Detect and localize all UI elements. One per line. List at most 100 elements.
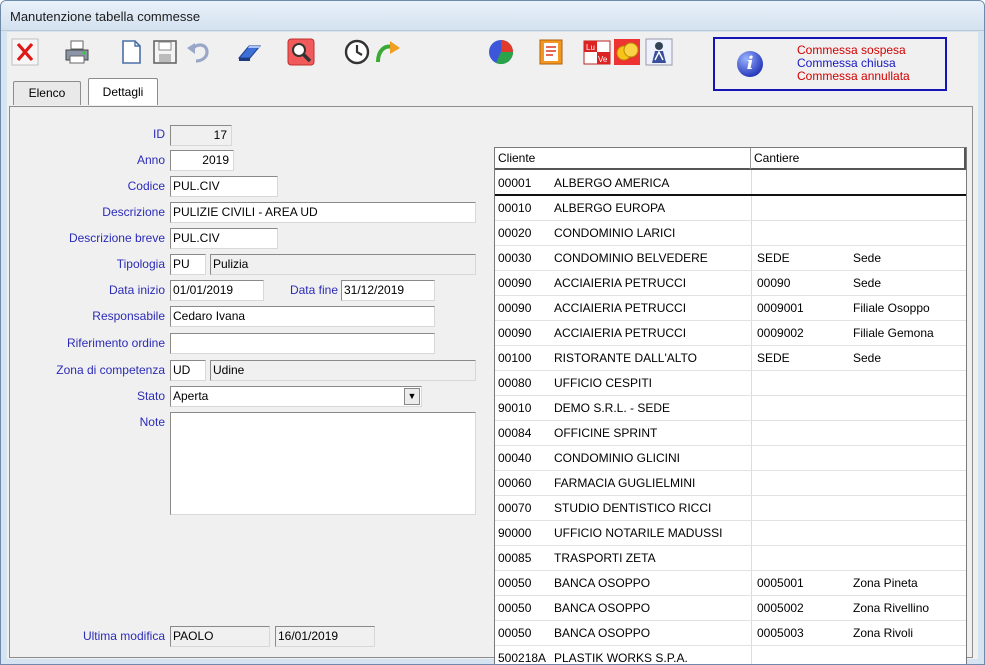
table-row[interactable]: 00050 BANCA OSOPPO 0005003 Zona Rivoli <box>495 621 966 646</box>
tab-dettagli[interactable]: Dettagli <box>88 78 158 105</box>
table-row[interactable]: 00090 ACCIAIERIA PETRUCCI 00090 Sede <box>495 271 966 296</box>
table-row[interactable]: 90000 UFFICIO NOTARILE MADUSSI <box>495 521 966 546</box>
undo-icon[interactable] <box>185 38 213 66</box>
print-icon[interactable] <box>63 38 91 66</box>
cell-cliente-codice: 00010 <box>498 201 532 215</box>
table-row[interactable]: 00050 BANCA OSOPPO 0005002 Zona Rivellino <box>495 596 966 621</box>
table-row[interactable]: 00100 RISTORANTE DALL'ALTO SEDE Sede <box>495 346 966 371</box>
table-row[interactable]: 00040 CONDOMINIO GLICINI <box>495 446 966 471</box>
table-row[interactable]: 00084 OFFICINE SPRINT <box>495 421 966 446</box>
client-area: Lu Ve i Commessa sospesa Commessa chiusa … <box>7 32 978 664</box>
table-row[interactable]: 500218A PLASTIK WORKS S.P.A. <box>495 646 966 665</box>
note-field[interactable] <box>170 412 476 515</box>
cell-cantiere-descrizione <box>853 196 965 220</box>
header-cliente[interactable]: Cliente <box>495 148 751 169</box>
note-label: Note <box>139 415 165 429</box>
data-inizio-field[interactable]: 01/01/2019 <box>170 280 264 301</box>
clienti-grid[interactable]: Cliente Cantiere 00001 ALBERGO AMERICA 000… <box>494 147 967 665</box>
window-title: Manutenzione tabella commesse <box>10 9 201 24</box>
table-row[interactable]: 00085 TRASPORTI ZETA <box>495 546 966 571</box>
report-icon[interactable] <box>537 38 565 66</box>
delete-icon[interactable] <box>11 38 39 66</box>
cell-cliente-nome: ACCIAIERIA PETRUCCI <box>554 326 687 340</box>
cell-cantiere-codice <box>757 546 847 570</box>
grid-header: Cliente Cantiere <box>495 148 966 170</box>
cell-cantiere-descrizione: Zona Rivellino <box>853 601 930 615</box>
header-cantiere[interactable]: Cantiere <box>751 148 966 169</box>
descrizione-breve-field[interactable]: PUL.CIV <box>170 228 278 249</box>
cell-cliente-nome: UFFICIO CESPITI <box>554 376 653 390</box>
table-row[interactable]: 00090 ACCIAIERIA PETRUCCI 0009002 Filiale G… <box>495 321 966 346</box>
cell-cliente-nome: BANCA OSOPPO <box>554 626 651 640</box>
pie-chart-icon[interactable] <box>487 38 515 66</box>
cell-cliente-nome: STUDIO DENTISTICO RICCI <box>554 501 712 515</box>
table-row[interactable]: 00050 BANCA OSOPPO 0005001 Zona Pineta <box>495 571 966 596</box>
descrizione-field[interactable]: PULIZIE CIVILI - AREA UD <box>170 202 476 223</box>
svg-text:Lu: Lu <box>586 43 595 52</box>
table-row[interactable]: 00090 ACCIAIERIA PETRUCCI 0009001 Filiale O… <box>495 296 966 321</box>
cell-cantiere-codice: 0009001 <box>757 301 804 315</box>
clock-icon[interactable] <box>343 38 371 66</box>
table-row[interactable]: 00080 UFFICIO CESPITI <box>495 371 966 396</box>
eraser-icon[interactable] <box>235 38 263 66</box>
search-icon[interactable] <box>287 38 315 66</box>
cell-cliente-nome: PLASTIK WORKS S.P.A. <box>554 651 688 665</box>
cell-cliente-nome: UFFICIO NOTARILE MADUSSI <box>554 526 723 540</box>
table-row[interactable]: 90010 DEMO S.R.L. - SEDE <box>495 396 966 421</box>
data-fine-field[interactable]: 31/12/2019 <box>341 280 435 301</box>
cell-cliente-codice: 00090 <box>498 326 532 340</box>
worker-icon[interactable] <box>645 38 673 66</box>
anno-field[interactable]: 2019 <box>170 150 234 171</box>
tipologia-desc-field: Pulizia <box>210 254 476 275</box>
save-icon[interactable] <box>151 38 179 66</box>
id-label: ID <box>153 127 165 141</box>
main-window: Manutenzione tabella commesse Lu Ve i Co… <box>0 0 985 665</box>
responsabile-field[interactable]: Cedaro Ivana <box>170 306 435 327</box>
riferimento-ordine-field[interactable] <box>170 333 435 354</box>
new-document-icon[interactable] <box>117 38 145 66</box>
cell-cliente-nome: ALBERGO EUROPA <box>554 201 666 215</box>
cell-cantiere-descrizione <box>853 396 965 420</box>
responsabile-label: Responsabile <box>92 309 165 323</box>
table-row[interactable]: 00060 FARMACIA GUGLIELMINI <box>495 471 966 496</box>
tipologia-label: Tipologia <box>116 257 165 271</box>
cell-cliente-nome: TRASPORTI ZETA <box>554 551 656 565</box>
cell-cliente-codice: 00084 <box>498 426 532 440</box>
cell-cantiere-codice <box>757 421 847 445</box>
ultima-modifica-user: PAOLO <box>170 626 270 647</box>
cell-cantiere-descrizione: Zona Rivoli <box>853 626 914 640</box>
cell-cantiere-descrizione: Filiale Osoppo <box>853 301 930 315</box>
cell-cantiere-codice <box>757 396 847 420</box>
cell-cliente-nome: CONDOMINIO BELVEDERE <box>554 251 708 265</box>
table-row[interactable]: 00010 ALBERGO EUROPA <box>495 196 966 221</box>
chevron-down-icon[interactable]: ▼ <box>404 388 420 405</box>
table-row[interactable]: 00030 CONDOMINIO BELVEDERE SEDE Sede <box>495 246 966 271</box>
coins-icon[interactable] <box>613 38 641 66</box>
cell-cantiere-codice <box>757 371 847 395</box>
cell-cliente-codice: 00090 <box>498 301 532 315</box>
cell-cliente-codice: 00050 <box>498 576 532 590</box>
calendar-icon[interactable]: Lu Ve <box>583 38 611 66</box>
tipologia-code-field[interactable]: PU <box>170 254 206 275</box>
cell-cliente-codice: 00020 <box>498 226 532 240</box>
descrizione-breve-label: Descrizione breve <box>68 231 165 245</box>
codice-field[interactable]: PUL.CIV <box>170 176 278 197</box>
cell-cliente-nome: CONDOMINIO GLICINI <box>554 451 681 465</box>
table-row[interactable]: 00020 CONDOMINIO LARICI <box>495 221 966 246</box>
zona-code-field[interactable]: UD <box>170 360 206 381</box>
table-row[interactable]: 00001 ALBERGO AMERICA <box>495 171 966 196</box>
zona-desc-field: Udine <box>210 360 476 381</box>
cell-cliente-nome: BANCA OSOPPO <box>554 576 651 590</box>
cell-cantiere-codice: 0005002 <box>757 601 804 615</box>
cell-cantiere-codice <box>757 471 847 495</box>
cell-cliente-codice: 00001 <box>498 176 532 190</box>
cell-cantiere-codice <box>757 496 847 520</box>
table-row[interactable]: 00070 STUDIO DENTISTICO RICCI <box>495 496 966 521</box>
cell-cantiere-codice: 00090 <box>757 276 791 290</box>
stato-select[interactable]: Aperta ▼ <box>170 386 422 407</box>
info-icon: i <box>737 51 763 77</box>
descrizione-label: Descrizione <box>102 205 165 219</box>
svg-text:Ve: Ve <box>598 55 608 64</box>
refresh-icon[interactable] <box>373 38 401 66</box>
tab-elenco[interactable]: Elenco <box>13 81 81 105</box>
